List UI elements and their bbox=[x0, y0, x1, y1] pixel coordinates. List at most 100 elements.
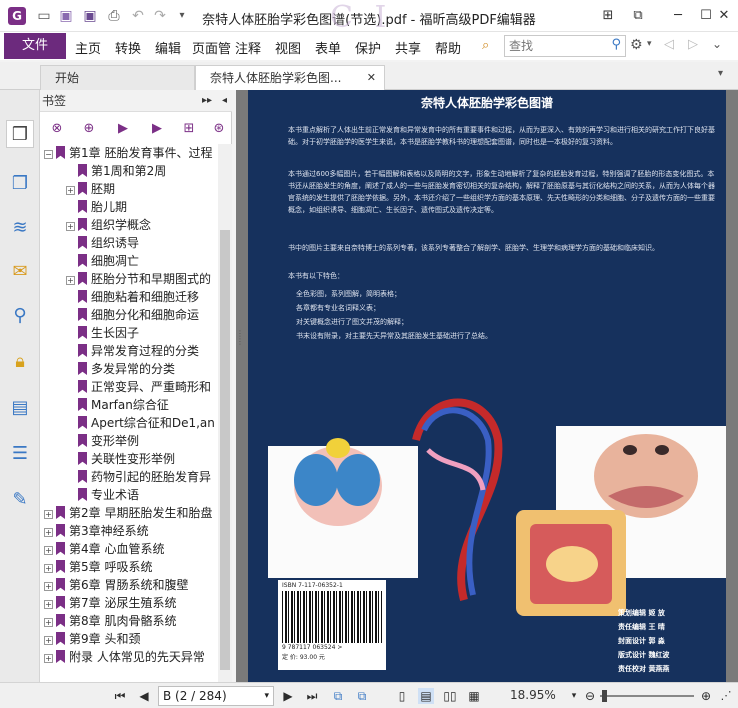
bookmark-item[interactable]: Marfan综合征 bbox=[40, 396, 218, 414]
delete-bookmark-icon[interactable]: ⊗ bbox=[48, 120, 66, 138]
bookmark-chapter-item[interactable]: + 第7章 泌尿生殖系统 bbox=[40, 594, 218, 612]
gear-icon[interactable]: ⚙ bbox=[630, 37, 643, 53]
tab-list-icon[interactable]: ▾ bbox=[718, 68, 723, 79]
bookmark-chapter-item[interactable]: + 第2章 早期胚胎发生和胎盘 bbox=[40, 504, 218, 522]
bookmark-panel-icon[interactable]: ❒ bbox=[6, 120, 34, 148]
bookmark-item[interactable]: 细胞凋亡 bbox=[40, 252, 218, 270]
menu-view[interactable]: 视图 bbox=[275, 38, 301, 57]
undo-icon[interactable]: ↶ bbox=[130, 8, 146, 24]
attachment-icon[interactable]: ⚲ bbox=[6, 302, 34, 330]
expand-node-icon[interactable]: + bbox=[44, 546, 53, 555]
zoom-out-icon[interactable]: ⊖ bbox=[582, 688, 598, 704]
bookmark-scrollbar-thumb[interactable] bbox=[220, 230, 230, 670]
layers-icon[interactable]: ≋ bbox=[6, 214, 34, 242]
pages-icon[interactable]: ❐ bbox=[6, 170, 34, 198]
close-button[interactable]: ✕ bbox=[710, 6, 738, 26]
collapse-panel-icon[interactable]: ◂ bbox=[222, 90, 227, 112]
expand-node-icon[interactable]: + bbox=[44, 510, 53, 519]
expand-node-icon[interactable]: + bbox=[44, 528, 53, 537]
zoom-level[interactable]: 18.95% bbox=[510, 688, 556, 702]
menu-protect[interactable]: 保护 bbox=[355, 38, 381, 57]
bookmark-item[interactable]: 变形举例 bbox=[40, 432, 218, 450]
menu-share[interactable]: 共享 bbox=[395, 38, 421, 57]
zoom-slider-track[interactable] bbox=[600, 695, 694, 697]
bookmark-item[interactable]: 第1周和第2周 bbox=[40, 162, 218, 180]
last-page-icon[interactable]: ⏭ bbox=[304, 688, 320, 704]
bookmark-chapter-item[interactable]: + 第8章 肌肉骨骼系统 bbox=[40, 612, 218, 630]
bookmark-item[interactable]: 生长因子 bbox=[40, 324, 218, 342]
saveas-icon[interactable]: ▣ bbox=[82, 8, 98, 24]
expand-node-icon[interactable]: + bbox=[66, 186, 75, 195]
restore-icon[interactable]: ⧉ bbox=[624, 6, 652, 26]
add-child-bookmark-icon[interactable]: ▶ bbox=[114, 120, 132, 138]
menu-comment[interactable]: 注释 bbox=[235, 38, 261, 57]
bookmark-chapter-item[interactable]: + 第6章 胃肠系统和腹壁 bbox=[40, 576, 218, 594]
signature-icon[interactable]: ✎ bbox=[6, 486, 34, 514]
resize-grip-icon[interactable]: ⋰ bbox=[718, 688, 734, 704]
collapse-node-icon[interactable]: − bbox=[44, 150, 53, 159]
expand-node-icon[interactable]: + bbox=[44, 654, 53, 663]
redo-icon[interactable]: ↷ bbox=[152, 8, 168, 24]
app-logo[interactable]: G bbox=[8, 7, 26, 25]
layout-icon[interactable]: ⊞ bbox=[594, 6, 622, 26]
bookmark-chapter-item[interactable]: + 第4章 心血管系统 bbox=[40, 540, 218, 558]
minimize-button[interactable]: ─ bbox=[664, 6, 692, 26]
save-icon[interactable]: ▣ bbox=[58, 8, 74, 24]
first-page-icon[interactable]: ⏮ bbox=[112, 688, 128, 704]
find-tool-icon[interactable]: ⌕ bbox=[482, 38, 489, 53]
bookmark-item[interactable]: 细胞粘着和细胞迁移 bbox=[40, 288, 218, 306]
expand-bookmarks-icon[interactable]: ⊛ bbox=[210, 120, 228, 138]
add-bookmark-icon[interactable]: ⊕ bbox=[80, 120, 98, 138]
open-icon[interactable]: ▭ bbox=[36, 8, 52, 24]
search-field[interactable]: ⚲ bbox=[504, 35, 626, 57]
expand-node-icon[interactable]: + bbox=[44, 582, 53, 591]
bookmark-chapter-item[interactable]: − 第1章 胚胎发育事件、过程 bbox=[40, 144, 218, 162]
facing-page-icon[interactable]: ▯▯ bbox=[442, 688, 458, 704]
menu-help[interactable]: 帮助 bbox=[435, 38, 461, 57]
tab-close-icon[interactable]: ✕ bbox=[367, 66, 376, 90]
comments-icon[interactable]: ✉ bbox=[6, 258, 34, 286]
search-input[interactable] bbox=[505, 36, 601, 56]
document-properties-icon[interactable]: ▤ bbox=[6, 394, 34, 422]
single-page-icon[interactable]: ▯ bbox=[394, 688, 410, 704]
bookmark-item[interactable]: 组织诱导 bbox=[40, 234, 218, 252]
bookmark-item[interactable]: 细胞分化和细胞命运 bbox=[40, 306, 218, 324]
bookmark-item[interactable]: 异常发育过程的分类 bbox=[40, 342, 218, 360]
chevron-down-icon[interactable]: ▾ bbox=[264, 687, 269, 705]
file-menu-button[interactable]: 文件 bbox=[4, 33, 66, 59]
bookmark-chapter-item[interactable]: + 第9章 头和颈 bbox=[40, 630, 218, 648]
tab-document[interactable]: 奈特人体胚胎学彩色图... ✕ bbox=[195, 65, 385, 90]
menu-edit[interactable]: 编辑 bbox=[155, 38, 181, 57]
bookmark-item[interactable]: 多发异常的分类 bbox=[40, 360, 218, 378]
bookmark-chapter-item[interactable]: + 第5章 呼吸系统 bbox=[40, 558, 218, 576]
zoom-in-icon[interactable]: ⊕ bbox=[698, 688, 714, 704]
expand-node-icon[interactable]: + bbox=[66, 276, 75, 285]
new-bookmark-icon[interactable]: ⊞ bbox=[180, 120, 198, 138]
forward-icon[interactable]: ▷ bbox=[688, 37, 698, 52]
dropdown-icon[interactable]: ▾ bbox=[174, 8, 190, 24]
continuous-page-icon[interactable]: ▤ bbox=[418, 688, 434, 704]
splitter-handle[interactable]: ⋮ ⋮ bbox=[236, 330, 244, 390]
zoom-dropdown-icon[interactable]: ▾ bbox=[566, 688, 582, 704]
bookmark-chapter-item[interactable]: + 附录 人体常见的先天异常 bbox=[40, 648, 218, 666]
bookmark-item[interactable]: 关联性变形举例 bbox=[40, 450, 218, 468]
bookmark-item[interactable]: 专业术语 bbox=[40, 486, 218, 504]
collapse-ribbon-icon[interactable]: ⌄ bbox=[712, 37, 722, 51]
previous-page-icon[interactable]: ◀ bbox=[136, 688, 152, 704]
bookmark-item[interactable]: + 组织学概念 bbox=[40, 216, 218, 234]
bookmark-item[interactable]: Apert综合征和De1,an bbox=[40, 414, 218, 432]
panel-options-icon[interactable]: ▸▸ bbox=[202, 90, 212, 112]
expand-node-icon[interactable]: + bbox=[66, 222, 75, 231]
page-view-icon[interactable]: ⧉ bbox=[330, 688, 346, 704]
bookmark-item[interactable]: 正常变异、严重畸形和 bbox=[40, 378, 218, 396]
back-icon[interactable]: ◁ bbox=[664, 37, 674, 52]
menu-convert[interactable]: 转换 bbox=[115, 38, 141, 57]
document-viewport[interactable]: 奈特人体胚胎学彩色图谱 本书重点解析了人体出生前正常发育和异常发育中的所有重要事… bbox=[236, 90, 738, 682]
chevron-down-icon[interactable]: ▾ bbox=[647, 39, 652, 49]
expand-node-icon[interactable]: + bbox=[44, 636, 53, 645]
search-icon[interactable]: ⚲ bbox=[611, 37, 621, 52]
page-number-input[interactable]: B (2 / 284) ▾ bbox=[158, 686, 274, 706]
continuous-facing-icon[interactable]: ▦ bbox=[466, 688, 482, 704]
menu-home[interactable]: 主页 bbox=[75, 38, 101, 57]
zoom-slider-handle[interactable] bbox=[602, 690, 607, 702]
